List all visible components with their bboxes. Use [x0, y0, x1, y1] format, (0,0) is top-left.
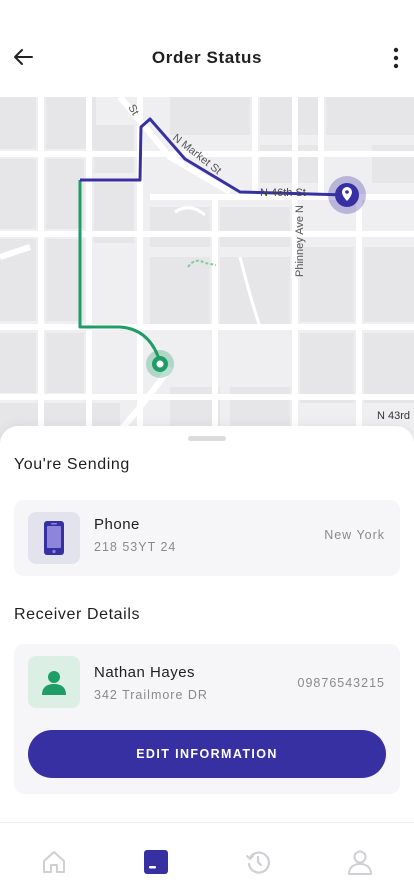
receiver-name: Nathan Hayes — [94, 664, 196, 681]
street-label: N 43rd — [377, 410, 410, 422]
nav-home[interactable] — [39, 847, 69, 877]
more-options-button[interactable] — [384, 42, 408, 74]
more-vertical-icon — [393, 47, 399, 69]
order-details-sheet: You're Sending Phone 218 53YT 24 New Yor… — [0, 426, 414, 826]
user-icon — [42, 671, 66, 695]
sending-section-title: You're Sending — [14, 456, 130, 473]
history-icon — [246, 851, 270, 874]
street-label: N 46th St — [260, 187, 306, 199]
sending-location: New York — [324, 528, 385, 542]
sending-item-code: 218 53YT 24 — [94, 540, 177, 554]
page-title: Order Status — [151, 48, 263, 67]
nav-profile[interactable] — [345, 847, 375, 877]
home-icon — [43, 851, 65, 873]
sheet-handle[interactable] — [188, 436, 226, 441]
phone-icon-tile — [28, 512, 80, 564]
app-header: Order Status — [0, 0, 414, 97]
sending-item-card[interactable]: Phone 218 53YT 24 New York — [14, 500, 400, 576]
receiver-phone: 09876543215 — [297, 676, 385, 690]
route-map[interactable]: St N Market St N 46th St Phinney Ave N N… — [0, 97, 414, 442]
phone-icon — [44, 521, 64, 555]
profile-icon — [348, 850, 372, 875]
receiver-card: Nathan Hayes 342 Trailmore DR 0987654321… — [14, 644, 400, 794]
bottom-navigation — [0, 822, 414, 896]
sending-item-name: Phone — [94, 516, 140, 533]
package-icon — [144, 850, 168, 874]
destination-marker[interactable] — [328, 176, 366, 214]
nav-history[interactable] — [243, 847, 273, 877]
edit-information-button[interactable]: EDIT INFORMATION — [28, 730, 386, 778]
receiver-section-title: Receiver Details — [14, 606, 141, 623]
user-icon-tile — [28, 656, 80, 708]
nav-orders[interactable] — [141, 847, 171, 877]
origin-marker[interactable] — [146, 350, 174, 378]
receiver-address: 342 Trailmore DR — [94, 688, 208, 702]
street-label: Phinney Ave N — [294, 205, 306, 277]
